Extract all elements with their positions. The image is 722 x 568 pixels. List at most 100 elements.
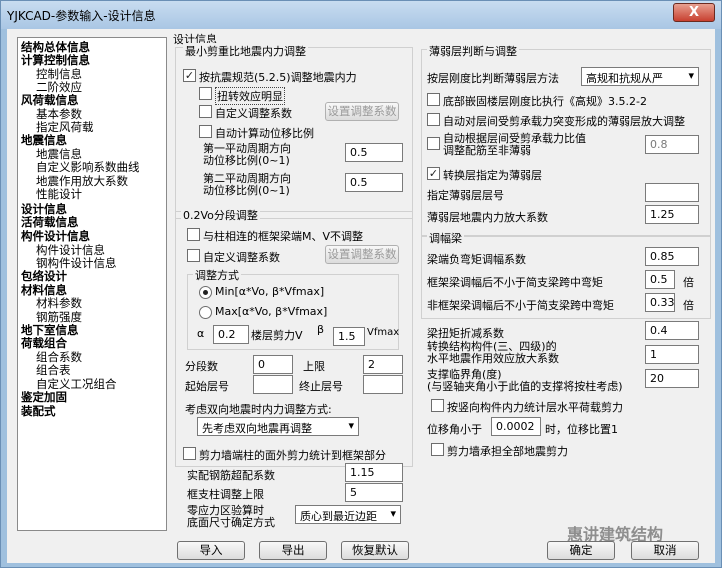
tree-item[interactable]: 包络设计 bbox=[21, 270, 67, 283]
transfer-amp-label: 转换结构构件(三、四级)的 水平地震作用效应放大系数 bbox=[427, 340, 559, 365]
restore-default-button[interactable]: 恢复默认 bbox=[341, 541, 409, 560]
vertical-label: 按竖向构件内力统计层水平荷载剪力 bbox=[447, 401, 623, 414]
auto-ratio-label: 自动根据层间受剪承载力比值 调整配筋至非薄弱 bbox=[443, 132, 586, 157]
torsion-checkbox[interactable] bbox=[199, 87, 212, 100]
frame-beam-amp-input[interactable]: 0.5 bbox=[645, 270, 675, 289]
tree-item[interactable]: 荷载组合 bbox=[21, 337, 67, 350]
end-floor-label: 终止层号 bbox=[299, 380, 343, 393]
auto-disp-label: 自动计算动位移比例 bbox=[215, 127, 314, 140]
weak-method-label: 按层刚度比判断薄弱层方法 bbox=[427, 72, 559, 85]
tree-item[interactable]: 风荷载信息 bbox=[21, 94, 79, 107]
tree-item[interactable]: 计算控制信息 bbox=[21, 54, 90, 67]
watermark-text: 惠讲建筑结构 bbox=[567, 525, 664, 544]
transfer-label: 转换层指定为薄弱层 bbox=[443, 169, 542, 182]
auto-disp-checkbox[interactable] bbox=[199, 125, 212, 138]
start-floor-input[interactable] bbox=[253, 375, 293, 394]
frame-beam-amp-label: 框架梁调幅后不小于简支梁跨中弯矩 bbox=[427, 276, 603, 289]
dialog-client: 结构总体信息 计算控制信息 控制信息 二阶效应 风荷载信息 基本参数 指定风荷载 地震信息 地震… bbox=[7, 29, 715, 563]
beam-neg-label: 梁端负弯矩调幅系数 bbox=[427, 253, 526, 266]
tree-item[interactable]: 装配式 bbox=[21, 405, 56, 418]
beam-support-input[interactable]: 5 bbox=[345, 483, 403, 502]
torsion-red-input[interactable]: 0.4 bbox=[645, 321, 699, 340]
wall-shear-label: 剪力墙承担全部地震剪力 bbox=[447, 445, 568, 458]
min-shear-group-title: 最小剪重比地震内力调整 bbox=[183, 43, 308, 59]
auto-shear-checkbox[interactable] bbox=[427, 113, 440, 126]
tree-item[interactable]: 构件设计信息 bbox=[21, 230, 90, 243]
radio-min-label: Min[α*Vo, β*Vfmax] bbox=[215, 285, 325, 298]
frame-beam-checkbox[interactable] bbox=[187, 228, 200, 241]
zero-stress-select[interactable]: 质心到最近边距 bbox=[295, 505, 401, 524]
alpha-label: α bbox=[197, 327, 205, 340]
set-coef-button-2[interactable]: 设置调整系数 bbox=[325, 245, 399, 264]
disp-label: 位移角小于 bbox=[427, 423, 482, 436]
v0-group-title: 0.2Vo分段调整 bbox=[181, 207, 260, 223]
alpha-input[interactable]: 0.2 bbox=[213, 325, 249, 344]
bidir-select[interactable]: 先考虑双向地震再调整 bbox=[197, 417, 359, 436]
title-bar: YJKCAD-参数输入-设计信息 X bbox=[1, 1, 721, 29]
beam-neg-input[interactable]: 0.85 bbox=[645, 247, 699, 266]
tree-item[interactable]: 组合表 bbox=[36, 364, 71, 377]
torsion-label: 扭转效应明显 bbox=[215, 87, 285, 105]
radio-max-label: Max[α*Vo, β*Vfmax] bbox=[215, 305, 328, 318]
weak-method-select[interactable]: 高规和抗规从严 bbox=[581, 67, 699, 86]
wall-col-checkbox[interactable] bbox=[183, 447, 196, 460]
upper-label: 上限 bbox=[303, 360, 325, 373]
weak-floor-input[interactable] bbox=[645, 183, 699, 202]
close-button[interactable]: X bbox=[673, 3, 715, 22]
weak-amp-input[interactable]: 1.25 bbox=[645, 205, 699, 224]
beta-input[interactable]: 1.5 bbox=[333, 327, 365, 346]
nav-tree[interactable]: 结构总体信息 计算控制信息 控制信息 二阶效应 风荷载信息 基本参数 指定风荷载 地震信息 地震… bbox=[17, 37, 167, 531]
rebar-ratio-label: 实配钢筋超配系数 bbox=[187, 469, 275, 482]
transfer-amp-input[interactable]: 1 bbox=[645, 345, 699, 364]
custom-coef2-checkbox[interactable] bbox=[187, 249, 200, 262]
times-label-1: 倍 bbox=[683, 276, 694, 289]
custom-coef-checkbox[interactable] bbox=[199, 105, 212, 118]
period1-input[interactable]: 0.5 bbox=[345, 143, 403, 162]
frame-beam-label: 与柱相连的框架梁端M、V不调整 bbox=[203, 230, 364, 243]
amp-group-title: 调幅梁 bbox=[427, 230, 464, 246]
floor-shear-label: 楼层剪力V bbox=[251, 329, 303, 342]
vertical-checkbox[interactable] bbox=[431, 399, 444, 412]
wall-shear-checkbox[interactable] bbox=[431, 443, 444, 456]
window-title: YJKCAD-参数输入-设计信息 bbox=[7, 9, 156, 23]
vfmax-label: Vfmax bbox=[367, 327, 400, 338]
transfer-checkbox[interactable]: ✓ bbox=[427, 167, 440, 180]
rebar-ratio-input[interactable]: 1.15 bbox=[345, 463, 403, 482]
tree-item[interactable]: 鉴定加固 bbox=[21, 391, 67, 404]
zero-stress-label: 零应力区验算时 底面尺寸确定方式 bbox=[187, 504, 275, 529]
tree-item[interactable]: 性能设计 bbox=[36, 188, 82, 201]
radio-max[interactable] bbox=[199, 306, 212, 319]
set-coef-button[interactable]: 设置调整系数 bbox=[325, 102, 399, 121]
period2-input[interactable]: 0.5 bbox=[345, 173, 403, 192]
brace-input[interactable]: 20 bbox=[645, 369, 699, 388]
auto-ratio-input[interactable]: 0.8 bbox=[645, 135, 699, 154]
auto-ratio-checkbox[interactable] bbox=[427, 137, 440, 150]
beam-support-label: 框支柱调整上限 bbox=[187, 488, 264, 501]
nonframe-input[interactable]: 0.33 bbox=[645, 293, 675, 312]
disp-suffix: 时，位移比置1 bbox=[545, 423, 618, 436]
end-floor-input[interactable] bbox=[363, 375, 403, 394]
disp-input[interactable]: 0.0002 bbox=[491, 417, 541, 436]
import-button[interactable]: 导入 bbox=[177, 541, 245, 560]
tree-item[interactable]: 自定义影响系数曲线 bbox=[36, 161, 140, 174]
adjust-by-code-label: 按抗震规范(5.2.5)调整地震内力 bbox=[199, 71, 357, 84]
weak-floor-label: 指定薄弱层层号 bbox=[427, 189, 504, 202]
period2-label: 第二平动周期方向 动位移比例(0~1) bbox=[203, 172, 291, 197]
bidir-label: 考虑双向地震时内力调整方式: bbox=[185, 403, 332, 416]
tree-item[interactable]: 活荷载信息 bbox=[21, 216, 79, 229]
nonframe-label: 非框架梁调幅后不小于简支梁跨中弯矩 bbox=[427, 299, 614, 312]
wall-col-label: 剪力墙端柱的面外剪力统计到框架部分 bbox=[199, 449, 386, 462]
torsion-red-label: 梁扭矩折减系数 bbox=[427, 327, 504, 340]
segments-input[interactable]: 0 bbox=[253, 355, 293, 374]
export-button[interactable]: 导出 bbox=[259, 541, 327, 560]
weak-amp-label: 薄弱层地震内力放大系数 bbox=[427, 211, 548, 224]
upper-input[interactable]: 2 bbox=[363, 355, 403, 374]
auto-shear-label: 自动对层间受剪承载力突变形成的薄弱层放大调整 bbox=[443, 115, 685, 128]
beta-label: β bbox=[317, 323, 325, 336]
tree-item[interactable]: 地震信息 bbox=[21, 134, 67, 147]
radio-min[interactable] bbox=[199, 286, 212, 299]
adjust-by-code-checkbox[interactable]: ✓ bbox=[183, 69, 196, 82]
adjust-method-title: 调整方式 bbox=[193, 267, 241, 283]
tree-item[interactable]: 材料参数 bbox=[36, 297, 82, 310]
base-stiff-checkbox[interactable] bbox=[427, 93, 440, 106]
